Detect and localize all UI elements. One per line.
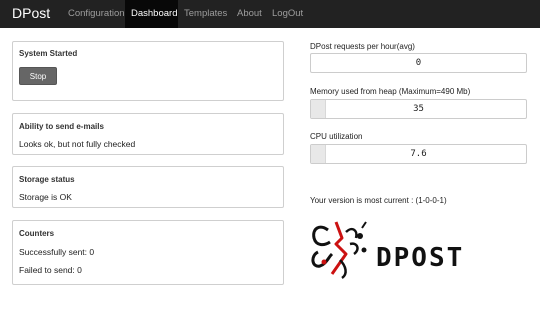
storage-status-title: Storage status <box>19 175 75 184</box>
storage-status-text: Storage is OK <box>19 192 72 202</box>
memory-gauge: 35 <box>310 99 527 119</box>
nav-configuration[interactable]: Configuration <box>62 0 131 28</box>
nav-dashboard[interactable]: Dashboard <box>125 0 178 28</box>
requests-gauge: 0 <box>310 53 527 73</box>
version-text: Your version is most current : (1-0-0-1) <box>310 196 447 205</box>
dpost-logo: DPOST <box>311 221 464 280</box>
cpu-value: 7.6 <box>410 149 427 159</box>
sent-counter: Successfully sent: 0 <box>19 247 95 257</box>
failed-counter: Failed to send: 0 <box>19 265 82 275</box>
storage-status-panel: Storage status Storage is OK <box>12 166 284 208</box>
memory-value: 35 <box>413 104 424 114</box>
top-navbar: DPost Configuration Dashboard Templates … <box>0 0 540 28</box>
nav-logout[interactable]: LogOut <box>266 0 309 28</box>
logo-text: DPOST <box>376 243 464 273</box>
requests-label: DPost requests per hour(avg) <box>310 42 415 51</box>
system-started-title: System Started <box>19 49 78 58</box>
counters-panel: Counters Successfully sent: 0 Failed to … <box>12 220 284 285</box>
stop-button[interactable]: Stop <box>19 67 57 85</box>
brand-logo-text[interactable]: DPost <box>12 5 50 21</box>
nav-about[interactable]: About <box>231 0 268 28</box>
memory-label: Memory used from heap (Maximum=490 Mb) <box>310 87 471 96</box>
requests-value: 0 <box>415 58 422 68</box>
email-ability-panel: Ability to send e-mails Looks ok, but no… <box>12 113 284 155</box>
cpu-label: CPU utilization <box>310 132 363 141</box>
nav-templates[interactable]: Templates <box>178 0 233 28</box>
cpu-gauge: 7.6 <box>310 144 527 164</box>
email-ability-text: Looks ok, but not fully checked <box>19 139 136 149</box>
email-ability-title: Ability to send e-mails <box>19 122 104 131</box>
counters-title: Counters <box>19 229 55 238</box>
system-status-panel: System Started Stop <box>12 41 284 101</box>
